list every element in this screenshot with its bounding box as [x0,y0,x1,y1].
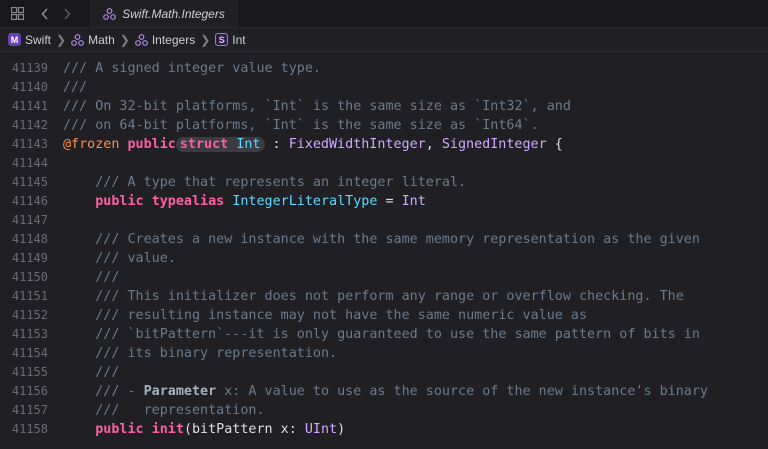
tab-bar: Swift.Math.Integers [0,0,768,28]
line-number: 41151 [11,289,48,303]
jump-bar-item-swift[interactable]: M Swift [8,33,51,47]
chevron-right-icon: ❯ [56,32,67,47]
tab-swift-math-integers[interactable]: Swift.Math.Integers [90,0,238,27]
type-token[interactable]: Int [402,194,426,209]
keyword-token: typealias [151,194,225,209]
code-line: 41153 /// `bitPattern`---it is only guar… [0,325,768,344]
chevron-right-icon: ❯ [200,32,211,47]
line-number: 41152 [11,308,48,322]
line-number: 41149 [11,251,48,265]
line-number: 41153 [11,327,48,341]
code-line: 41155 /// [0,363,768,382]
chevron-left-icon [41,7,48,20]
attribute-token: @frozen [63,137,120,152]
code-line: 41157 /// representation. [0,401,768,420]
line-number: 41148 [11,232,48,246]
type-token[interactable]: UInt [305,422,337,437]
doc-comment: /// resulting instance may not have the … [95,308,588,323]
doc-comment: /// On 32-bit platforms, `Int` is the sa… [63,99,571,114]
jump-bar-item-math[interactable]: Math [71,33,115,47]
jump-bar-label: Int [232,32,246,47]
forward-button[interactable] [56,0,78,27]
line-number: 41147 [11,213,48,227]
code-line: 41151 /// This initializer does not perf… [0,287,768,306]
code-line: 41156 /// - Parameter x: A value to use … [0,382,768,401]
doc-comment: /// A signed integer value type. [63,61,321,76]
jump-bar-item-integers[interactable]: Integers [134,32,196,47]
chevron-right-icon [64,7,71,20]
type-token[interactable]: FixedWidthInteger [289,137,426,152]
line-number: 41154 [11,346,48,360]
doc-comment: /// value. [95,251,176,266]
jump-bar-label: Swift [25,32,52,47]
code-editor[interactable]: 41139 /// A signed integer value type. 4… [0,52,768,439]
doc-comment: /// its binary representation. [95,346,338,361]
jump-bar-item-int[interactable]: S Int [215,32,246,47]
line-number: 41150 [11,270,48,284]
line-number: 41140 [11,80,48,94]
parameter-list: (bitPattern x: [183,422,305,437]
code-line: 41149 /// value. [0,249,768,268]
keyword-token: public [95,422,144,437]
code-line: 41148 /// Creates a new instance with th… [0,230,768,249]
code-line: 41145 /// A type that represents an inte… [0,173,768,192]
doc-comment: /// Creates a new instance with the same… [95,232,700,247]
doc-comment: /// [95,270,120,285]
module-m-icon: M [8,33,21,46]
highlighted-symbol[interactable]: struct Int [175,137,265,152]
code-line: 41139 /// A signed integer value type. [0,59,768,78]
module-icon [134,33,148,46]
related-items-button[interactable] [0,0,34,27]
code-line-declaration: 41143 @frozen public struct Int : FixedWi… [0,135,768,154]
code-line: 41158 public init(bitPattern x: UInt) [0,420,768,439]
doc-comment: /// - [95,384,144,399]
line-number: 41156 [11,384,48,398]
type-name-token: Int [236,137,261,152]
module-icon [71,33,84,46]
line-number: 41146 [11,194,48,208]
doc-comment: /// on 64-bit platforms, `Int` is the sa… [63,118,539,133]
code-line: 41141 /// On 32-bit platforms, `Int` is … [0,97,768,116]
code-line: 41146 public typealias IntegerLiteralTyp… [0,192,768,211]
doc-parameter-keyword: Parameter [143,384,217,399]
line-number: 41155 [11,365,48,379]
chevron-right-icon: ❯ [119,32,130,47]
doc-comment: x: A value to use as the source of the n… [216,384,708,399]
code-line: 41144 [0,154,768,173]
doc-comment: /// [95,365,120,380]
back-button[interactable] [34,0,56,27]
keyword-token: init [151,422,184,437]
line-number: 41144 [11,156,48,170]
doc-comment: /// This initializer does not perform an… [95,289,684,304]
doc-comment: /// A type that represents an integer li… [95,175,467,190]
doc-comment: /// `bitPattern`---it is only guaranteed… [95,327,700,342]
type-token[interactable]: SignedInteger [442,137,547,152]
code-line: 41142 /// on 64-bit platforms, `Int` is … [0,116,768,135]
line-number: 41141 [11,99,48,113]
doc-comment: /// [63,80,88,95]
jump-bar-label: Math [88,32,115,47]
code-line: 41154 /// its binary representation. [0,344,768,363]
code-line: 41147 [0,211,768,230]
type-name-token[interactable]: IntegerLiteralType [232,194,377,209]
keyword-token: struct [179,137,229,152]
line-number: 41142 [11,118,48,132]
doc-comment: /// representation. [95,403,265,418]
line-number: 41139 [11,61,48,75]
code-line: 41140 /// [0,78,768,97]
keyword-token: public [127,137,176,152]
line-number: 41158 [11,422,48,436]
module-icon [103,7,117,20]
jump-bar-label: Integers [151,32,196,47]
grid-icon [10,7,24,20]
jump-bar: M Swift ❯ Math ❯ Integers ❯ S Int [0,28,768,52]
tab-title: Swift.Math.Integers [122,6,225,21]
code-line: 41152 /// resulting instance may not hav… [0,306,768,325]
struct-s-icon: S [215,33,229,46]
code-line: 41150 /// [0,268,768,287]
keyword-token: public [95,194,144,209]
line-number: 41143 [11,137,48,151]
line-number: 41157 [11,403,48,417]
line-number: 41145 [11,175,48,189]
